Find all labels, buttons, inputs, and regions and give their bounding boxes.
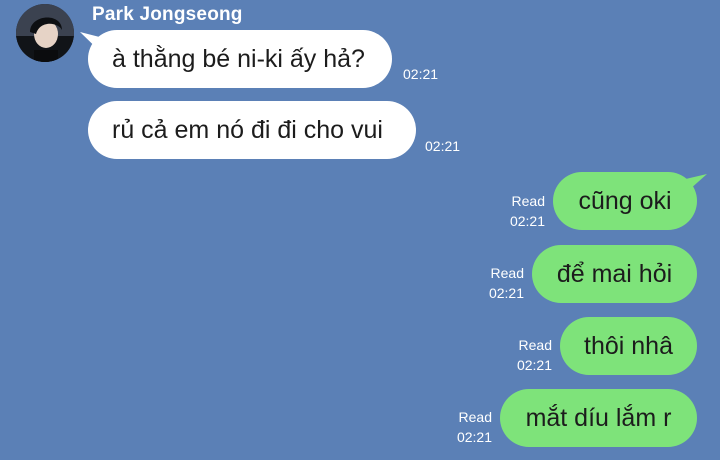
message-text: à thằng bé ni-ki ấy hả? — [112, 44, 365, 73]
message-time: 02:21 — [425, 138, 461, 154]
read-status: Read — [490, 265, 524, 281]
avatar-image — [16, 4, 74, 62]
message-meta: Read 02:21 — [457, 407, 492, 447]
outgoing-message-bubble[interactable]: thôi nhâ — [560, 317, 697, 375]
outgoing-message-bubble[interactable]: để mai hỏi — [532, 245, 697, 303]
incoming-message-bubble[interactable]: à thằng bé ni-ki ấy hả? — [88, 30, 392, 88]
message-time: 02:21 — [509, 213, 545, 229]
outgoing-message-bubble[interactable]: mắt díu lắm r — [500, 389, 697, 447]
sender-name: Park Jongseong — [92, 4, 243, 25]
message-meta: Read 02:21 — [510, 191, 545, 231]
avatar[interactable] — [16, 4, 74, 62]
read-status: Read — [511, 193, 545, 209]
incoming-message-bubble[interactable]: rủ cả em nó đi đi cho vui — [88, 101, 416, 159]
message-text: để mai hỏi — [556, 259, 673, 288]
message-meta: 02:21 — [425, 136, 460, 156]
message-meta: Read 02:21 — [489, 263, 524, 303]
message-time: 02:21 — [516, 357, 552, 373]
outgoing-message-bubble[interactable]: cũng oki — [553, 172, 697, 230]
message-time: 02:21 — [403, 66, 439, 82]
message-text: cũng oki — [578, 186, 672, 215]
message-time: 02:21 — [488, 285, 524, 301]
read-status: Read — [458, 409, 492, 425]
message-meta: Read 02:21 — [517, 335, 552, 375]
message-time: 02:21 — [456, 429, 492, 445]
message-text: rủ cả em nó đi đi cho vui — [112, 115, 383, 144]
read-status: Read — [518, 337, 552, 353]
message-meta: 02:21 — [403, 64, 438, 84]
message-text: mắt díu lắm r — [525, 403, 672, 432]
message-text: thôi nhâ — [584, 331, 673, 360]
